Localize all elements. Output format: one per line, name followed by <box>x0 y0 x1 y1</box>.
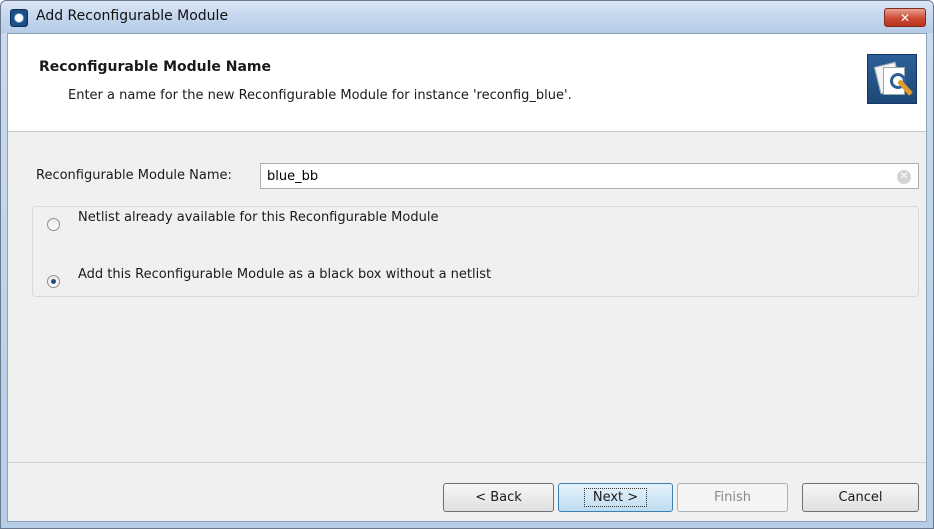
next-button[interactable]: Next > <box>558 483 673 512</box>
netlist-available-label[interactable]: Netlist already available for this Recon… <box>78 210 438 225</box>
back-button[interactable]: < Back <box>443 483 554 512</box>
cancel-button[interactable]: Cancel <box>802 483 919 512</box>
wizard-header: Reconfigurable Module Name Enter a name … <box>8 34 926 132</box>
clear-icon[interactable]: ✕ <box>897 170 911 184</box>
next-button-label: Next > <box>583 488 648 507</box>
close-button[interactable]: ✕ <box>884 8 926 27</box>
window-title: Add Reconfigurable Module <box>36 8 229 24</box>
dialog-window: Add Reconfigurable Module ✕ Reconfigurab… <box>0 0 934 529</box>
module-name-input[interactable] <box>260 163 919 189</box>
netlist-available-radio[interactable] <box>47 218 60 231</box>
page-description: Enter a name for the new Reconfigurable … <box>68 88 572 103</box>
option-black-box[interactable]: Add this Reconfigurable Module as a blac… <box>47 267 491 288</box>
app-icon <box>10 9 28 27</box>
finish-button: Finish <box>677 483 788 512</box>
netlist-option-group: Netlist already available for this Recon… <box>32 206 919 297</box>
page-title: Reconfigurable Module Name <box>39 59 272 75</box>
dialog-body: Reconfigurable Module Name Enter a name … <box>7 33 927 522</box>
module-name-label: Reconfigurable Module Name: <box>36 168 232 183</box>
title-bar[interactable]: Add Reconfigurable Module ✕ <box>1 1 933 33</box>
module-name-row: Reconfigurable Module Name: ✕ <box>8 160 926 190</box>
option-netlist-available[interactable]: Netlist already available for this Recon… <box>47 210 438 231</box>
black-box-label[interactable]: Add this Reconfigurable Module as a blac… <box>78 267 491 282</box>
black-box-radio[interactable] <box>47 275 60 288</box>
wizard-banner-icon <box>867 54 917 104</box>
close-icon: ✕ <box>899 10 911 25</box>
footer-separator <box>8 462 926 463</box>
